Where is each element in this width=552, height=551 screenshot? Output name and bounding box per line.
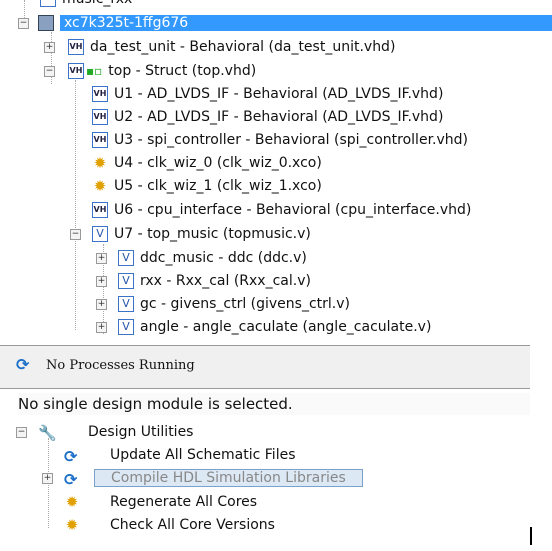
process-item[interactable]: ✹ Regenerate All Cores <box>64 491 257 513</box>
expand-button[interactable]: + <box>96 322 107 333</box>
file-icon <box>40 0 56 7</box>
collapse-button[interactable]: − <box>44 66 55 77</box>
tree-item[interactable]: Vddc_music - ddc (ddc.v) <box>118 247 307 269</box>
vhdl-file-icon: VH <box>92 202 108 218</box>
chip-icon <box>38 15 54 31</box>
tree-item[interactable]: Vangle - angle_caculate (angle_caculate.… <box>118 316 431 338</box>
verilog-file-icon: V <box>118 296 134 312</box>
tree-item[interactable]: Vgc - givens_ctrl (givens_ctrl.v) <box>118 293 350 315</box>
core-bulb-icon: ✹ <box>65 493 79 511</box>
tree-item[interactable]: VH U1 - AD_LVDS_IF - Behavioral (AD_LVDS_… <box>92 83 443 105</box>
refresh-icon: ⟳ <box>64 470 78 489</box>
expand-button[interactable]: + <box>96 299 107 310</box>
verilog-file-icon: V <box>118 250 134 266</box>
tree-item-partial[interactable]: music_rxx <box>40 0 132 10</box>
verilog-file-icon: V <box>92 226 108 242</box>
vhdl-file-icon: VH <box>92 86 108 102</box>
vhdl-file-icon: VH <box>92 109 108 125</box>
refresh-icon: ⟳ <box>16 355 30 374</box>
tree-item[interactable]: ✹ U4 - clk_wiz_0 (clk_wiz_0.xco) <box>92 152 322 174</box>
tree-item[interactable]: VH U2 - AD_LVDS_IF - Behavioral (AD_LVDS_… <box>92 106 443 128</box>
collapse-button[interactable]: − <box>70 229 81 240</box>
verilog-file-icon: V <box>118 319 134 335</box>
expand-button[interactable]: + <box>96 276 107 287</box>
core-bulb-icon: ✹ <box>65 516 79 534</box>
top-module-icon: ▪▫ <box>86 64 103 78</box>
process-status-text: No Processes Running <box>46 358 195 373</box>
expand-button[interactable]: + <box>44 42 55 53</box>
collapse-button[interactable]: − <box>16 427 27 438</box>
tree-item-device[interactable]: xc7k325t-1ffg676 <box>38 12 552 34</box>
process-item-selected[interactable]: ⟳ Compile HDL Simulation Libraries <box>64 467 363 489</box>
tree-item[interactable]: ✹ U5 - clk_wiz_1 (clk_wiz_1.xco) <box>92 175 322 197</box>
tools-icon: 🔧 <box>38 424 57 442</box>
collapse-button[interactable]: − <box>18 18 29 29</box>
tree-item[interactable]: VH da_test_unit - Behavioral (da_test_uni… <box>68 36 395 58</box>
vhdl-file-icon: VH <box>68 63 84 79</box>
vhdl-file-icon: VH <box>68 39 84 55</box>
expand-button[interactable]: + <box>96 253 107 264</box>
expand-button[interactable]: + <box>42 473 53 484</box>
process-item[interactable]: ⟳ Update All Schematic Files <box>64 444 296 466</box>
verilog-file-icon: V <box>118 273 134 289</box>
tree-item[interactable]: VH U3 - spi_controller - Behavioral (spi_… <box>92 129 468 151</box>
tree-item-u7[interactable]: V U7 - top_music (topmusic.v) <box>92 223 311 245</box>
process-group-design-utilities[interactable]: 🔧 Design Utilities <box>38 421 193 443</box>
tree-item-top[interactable]: VH ▪▫ top - Struct (top.vhd) <box>68 60 256 82</box>
core-bulb-icon: ✹ <box>93 154 107 172</box>
core-bulb-icon: ✹ <box>93 177 107 195</box>
text-cursor <box>530 527 532 545</box>
refresh-icon: ⟳ <box>64 447 78 466</box>
process-status-bar: ⟳ No Processes Running <box>0 345 530 389</box>
process-item[interactable]: ✹ Check All Core Versions <box>64 514 275 536</box>
process-message: No single design module is selected. <box>18 393 530 415</box>
tree-item[interactable]: VH U6 - cpu_interface - Behavioral (cpu_i… <box>92 199 471 221</box>
tree-item[interactable]: Vrxx - Rxx_cal (Rxx_cal.v) <box>118 270 311 292</box>
vhdl-file-icon: VH <box>92 132 108 148</box>
